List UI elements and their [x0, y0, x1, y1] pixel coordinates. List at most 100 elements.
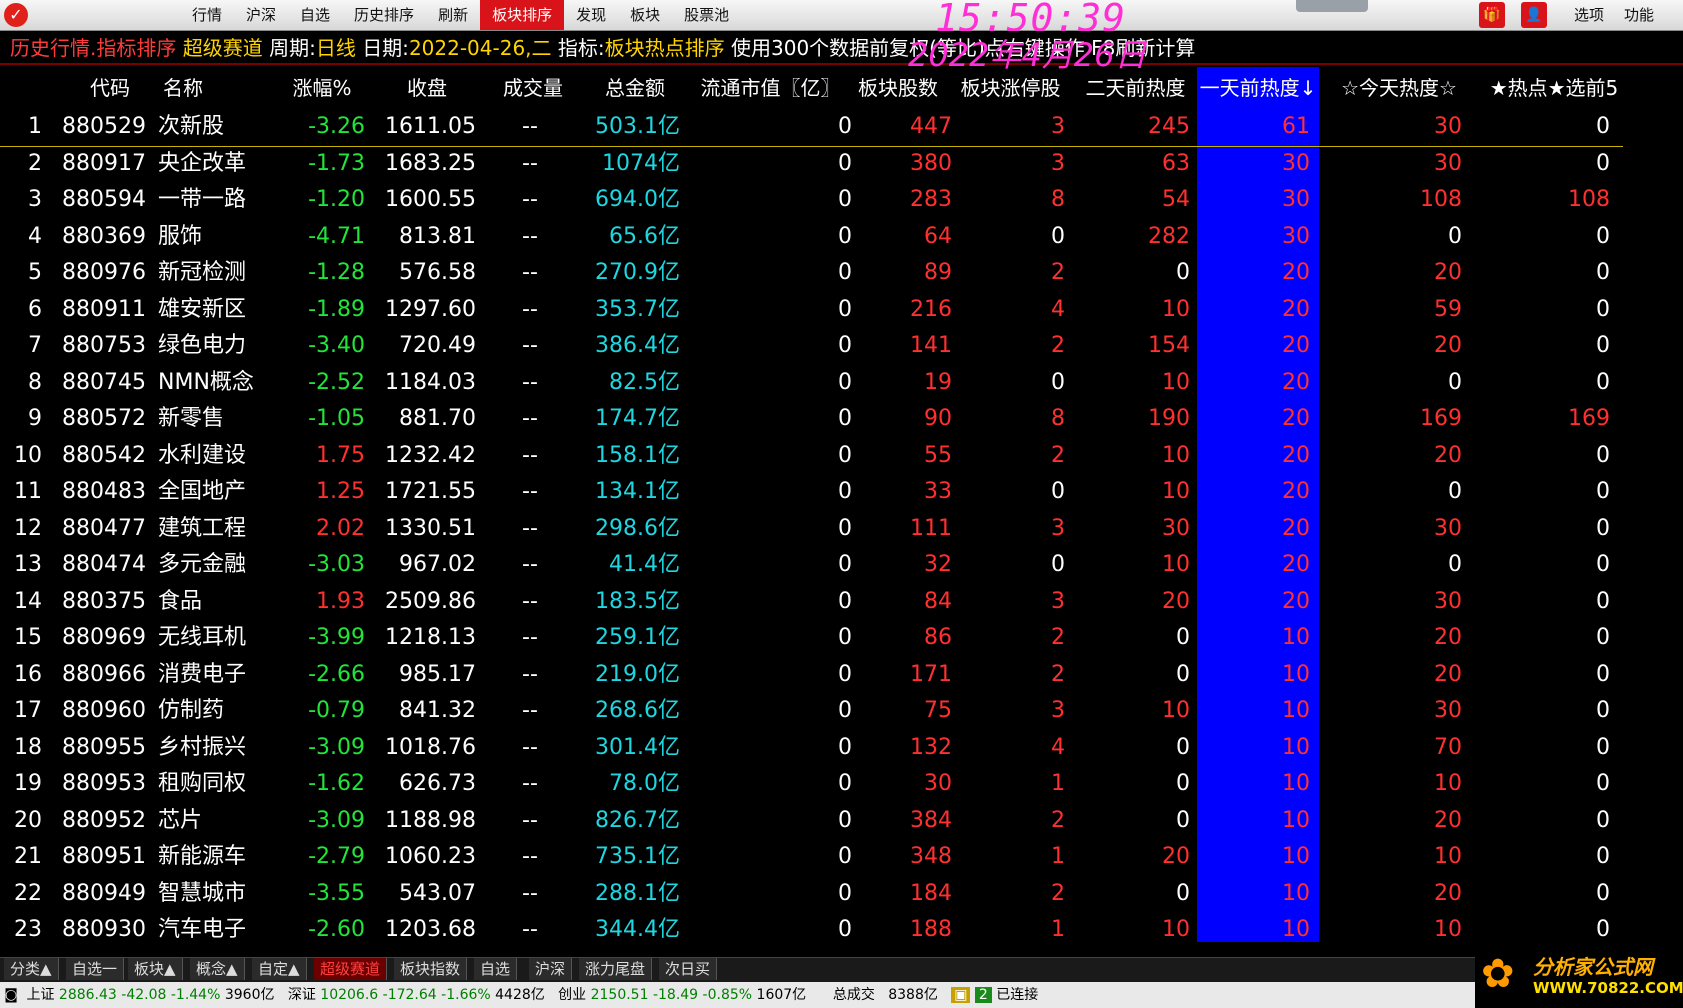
bottom-tab-8[interactable]: 沪深	[529, 958, 573, 980]
table-row[interactable]: 15 880969 无线耳机 -3.99 1218.13 -- 259.1亿 0 86 2 0 10 2…	[0, 620, 1683, 657]
menu-item-5[interactable]: 板块排序	[480, 0, 565, 30]
cell-col-12: 20	[1434, 333, 1462, 358]
table-row[interactable]: 8 880745 NMN概念 -2.52 1184.03 -- 82.5亿 0 19 0 10 20 0…	[0, 365, 1683, 402]
table-row[interactable]: 23 880930 汽车电子 -2.60 1203.68 -- 344.4亿 0 188 1 10 1…	[0, 912, 1683, 949]
brand-logo: ✿ 分析家公式网 WWW.70822.COM	[1475, 945, 1683, 1008]
table-row[interactable]: 7 880753 绿色电力 -3.40 720.49 -- 386.4亿 0 141 2 154 20…	[0, 328, 1683, 365]
table-row[interactable]: 1 880529 次新股 -3.26 1611.05 -- 503.1亿 0 447 3 245 61…	[0, 109, 1683, 146]
column-header-11[interactable]: ☆今天热度☆	[1324, 67, 1474, 109]
cell-col-6: 386.4亿	[595, 333, 680, 358]
cell-col-12: 20	[1434, 260, 1462, 285]
menu-item-1[interactable]: 沪深	[234, 0, 288, 30]
cell-col-10: 20	[1162, 588, 1190, 614]
table-row[interactable]: 3 880594 一带一路 -1.20 1600.55 -- 694.0亿 0 283 8 54 30…	[0, 182, 1683, 219]
table-row[interactable]: 22 880949 智慧城市 -3.55 543.07 -- 288.1亿 0 184 2 0 10 2…	[0, 876, 1683, 913]
column-header-3[interactable]: 收盘	[372, 67, 482, 109]
cell-col-11: 61	[1282, 114, 1310, 139]
cell-col-12: 10	[1434, 771, 1462, 796]
cell-col-0: 5	[28, 260, 42, 285]
cell-col-4: 1330.51	[385, 515, 476, 541]
column-header-10[interactable]: 一天前热度↓	[1192, 67, 1324, 109]
cell-col-4: 881.70	[399, 406, 476, 431]
column-header-4[interactable]: 成交量	[478, 67, 588, 109]
bottom-tab-5[interactable]: 超级赛道	[314, 958, 388, 980]
cell-col-2: 雄安新区	[158, 296, 247, 322]
cell-col-5: --	[522, 442, 538, 468]
user-icon[interactable]: 👤	[1521, 2, 1547, 28]
options-menu[interactable]: 选项	[1574, 0, 1604, 30]
menu-item-0[interactable]: 行情	[180, 0, 234, 30]
cell-col-2: 多元金融	[158, 552, 247, 577]
cell-col-13: 0	[1596, 114, 1610, 139]
cell-col-9: 0	[1051, 223, 1065, 249]
table-row[interactable]: 9 880572 新零售 -1.05 881.70 -- 174.7亿 0 90 8 190 20 16…	[0, 401, 1683, 438]
sz-label: 深证	[287, 987, 316, 1003]
bottom-tab-2[interactable]: 板块▲	[128, 958, 183, 980]
bottom-tab-1[interactable]: 自选一	[66, 958, 125, 980]
cell-col-1: 880529	[62, 114, 146, 139]
table-row[interactable]: 2 880917 央企改革 -1.73 1683.25 -- 1074亿 0 380 3 63 30 3…	[0, 146, 1683, 183]
cell-col-10: 10	[1162, 442, 1190, 468]
table-row[interactable]: 4 880369 服饰 -4.71 813.81 -- 65.6亿 0 64 0 282 30 0 0	[0, 219, 1683, 256]
table-row[interactable]: 10 880542 水利建设 1.75 1232.42 -- 158.1亿 0 55 2 10 20 2…	[0, 438, 1683, 475]
menu-item-3[interactable]: 历史排序	[342, 0, 426, 30]
menu-item-6[interactable]: 发现	[564, 0, 618, 30]
menu-item-8[interactable]: 股票池	[672, 0, 741, 30]
cell-col-5: --	[522, 333, 538, 358]
table-row[interactable]: 21 880951 新能源车 -2.79 1060.23 -- 735.1亿 0 348 1 20 1…	[0, 839, 1683, 876]
cell-col-3: -1.73	[308, 150, 365, 176]
cell-col-8: 30	[924, 771, 952, 796]
cell-col-2: 绿色电力	[158, 333, 247, 358]
table-row[interactable]: 16 880966 消费电子 -2.66 985.17 -- 219.0亿 0 171 2 0 10 2…	[0, 657, 1683, 694]
cell-col-8: 90	[924, 406, 952, 431]
table-row[interactable]: 13 880474 多元金融 -3.03 967.02 -- 41.4亿 0 32 0 10 20 0 0	[0, 547, 1683, 584]
bottom-tab-7[interactable]: 自选	[474, 958, 518, 980]
cell-col-1: 880477	[62, 515, 146, 541]
bottom-tab-4[interactable]: 自定▲	[252, 958, 307, 980]
table-row[interactable]: 19 880953 租购同权 -1.62 626.73 -- 78.0亿 0 30 1 0 10 10 0	[0, 766, 1683, 803]
column-header-5[interactable]: 总金额	[580, 67, 690, 109]
table-row[interactable]: 14 880375 食品 1.93 2509.86 -- 183.5亿 0 84 3 20 20 30 0	[0, 584, 1683, 621]
cell-col-5: --	[522, 661, 538, 687]
column-header-1[interactable]: 名称	[138, 67, 228, 109]
cell-col-0: 20	[14, 807, 42, 833]
table-row[interactable]: 11 880483 全国地产 1.25 1721.55 -- 134.1亿 0 33 0 10 20 0…	[0, 474, 1683, 511]
bottom-tab-9[interactable]: 涨力尾盘	[579, 958, 653, 980]
cell-col-6: 288.1亿	[595, 880, 680, 906]
cell-col-13: 0	[1596, 333, 1610, 358]
table-row[interactable]: 17 880960 仿制药 -0.79 841.32 -- 268.6亿 0 75 3 10 10 30…	[0, 693, 1683, 730]
table-row[interactable]: 5 880976 新冠检测 -1.28 576.58 -- 270.9亿 0 89 2 0 20 20 0	[0, 255, 1683, 292]
table-row[interactable]: 12 880477 建筑工程 2.02 1330.51 -- 298.6亿 0 111 3 30 20…	[0, 511, 1683, 548]
bottom-tab-6[interactable]: 板块指数	[394, 958, 468, 980]
bottom-tab-0[interactable]: 分类▲	[4, 958, 59, 980]
menu-item-7[interactable]: 板块	[618, 0, 672, 30]
gift-icon[interactable]: 🎁	[1479, 2, 1505, 28]
table-row[interactable]: 20 880952 芯片 -3.09 1188.98 -- 826.7亿 0 384 2 0 10 20…	[0, 803, 1683, 840]
cell-col-9: 2	[1051, 880, 1065, 906]
cell-col-13: 0	[1596, 442, 1610, 468]
table-header: 代码 名称 涨幅% 收盘 成交量 总金额 流通市值〖亿〗 板块股数 板块涨停股 二天前热度 一天前热…	[0, 67, 1683, 109]
cell-col-6: 158.1亿	[595, 442, 680, 468]
sh-pct: -1.44%	[170, 987, 221, 1003]
column-header-2[interactable]: 涨幅%	[262, 67, 382, 109]
cell-col-7: 0	[838, 625, 852, 650]
table-row[interactable]: 6 880911 雄安新区 -1.89 1297.60 -- 353.7亿 0 216 4 10 20…	[0, 292, 1683, 329]
cell-col-5: --	[522, 552, 538, 577]
menu-item-4[interactable]: 刷新	[426, 0, 480, 30]
column-header-6[interactable]: 流通市值〖亿〗	[693, 67, 848, 109]
bottom-tab-10[interactable]: 次日买	[659, 958, 718, 980]
menu-item-2[interactable]: 自选	[288, 0, 342, 30]
date-value: 2022-04-26,二	[408, 36, 552, 60]
title-menu-bar: ✓ 行情 沪深 自选 历史排序 刷新 板块排序 发现 板块 股票池 🎁 👤 选项 功能	[0, 0, 1683, 31]
function-menu[interactable]: 功能	[1624, 0, 1654, 30]
column-header-12[interactable]: ★热点★选前5	[1474, 67, 1634, 109]
cell-col-6: 268.6亿	[595, 698, 680, 723]
cell-col-7: 0	[838, 333, 852, 358]
table-row[interactable]: 18 880955 乡村振兴 -3.09 1018.76 -- 301.4亿 0 132 4 0 10…	[0, 730, 1683, 767]
cell-col-1: 880753	[62, 333, 146, 358]
cell-col-10: 20	[1162, 844, 1190, 869]
bottom-tab-3[interactable]: 概念▲	[190, 958, 245, 980]
cell-col-9: 0	[1051, 552, 1065, 577]
cell-col-5: --	[522, 807, 538, 833]
cell-col-9: 8	[1051, 187, 1065, 212]
